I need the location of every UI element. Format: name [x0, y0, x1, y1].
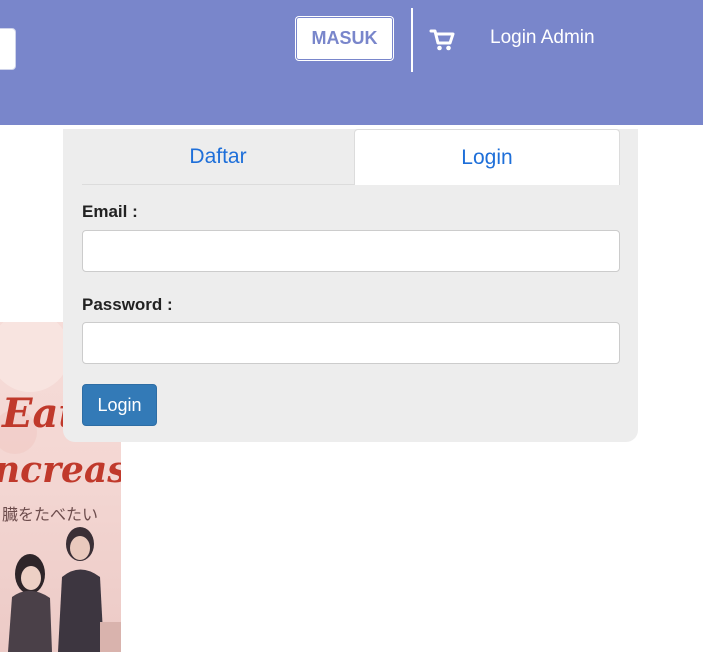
password-label: Password : — [82, 295, 173, 314]
auth-panel: Daftar Login Email : Password : Login — [63, 129, 638, 442]
top-header: MASUK Login Admin — [0, 0, 703, 125]
search-input[interactable] — [0, 28, 16, 70]
email-field[interactable] — [82, 230, 620, 272]
email-label: Email : — [82, 202, 138, 221]
tab-login[interactable]: Login — [354, 129, 620, 185]
login-button[interactable]: Login — [82, 384, 157, 426]
shopping-cart-icon[interactable] — [428, 25, 456, 53]
tab-daftar[interactable]: Daftar — [82, 129, 354, 185]
password-field[interactable] — [82, 322, 620, 364]
login-admin-link[interactable]: Login Admin — [490, 27, 595, 49]
book-title-text-2: ncreas — [0, 449, 121, 491]
book-japanese-text: 臓をたべたい — [2, 505, 98, 524]
masuk-button[interactable]: MASUK — [296, 17, 393, 60]
header-divider — [411, 8, 413, 72]
